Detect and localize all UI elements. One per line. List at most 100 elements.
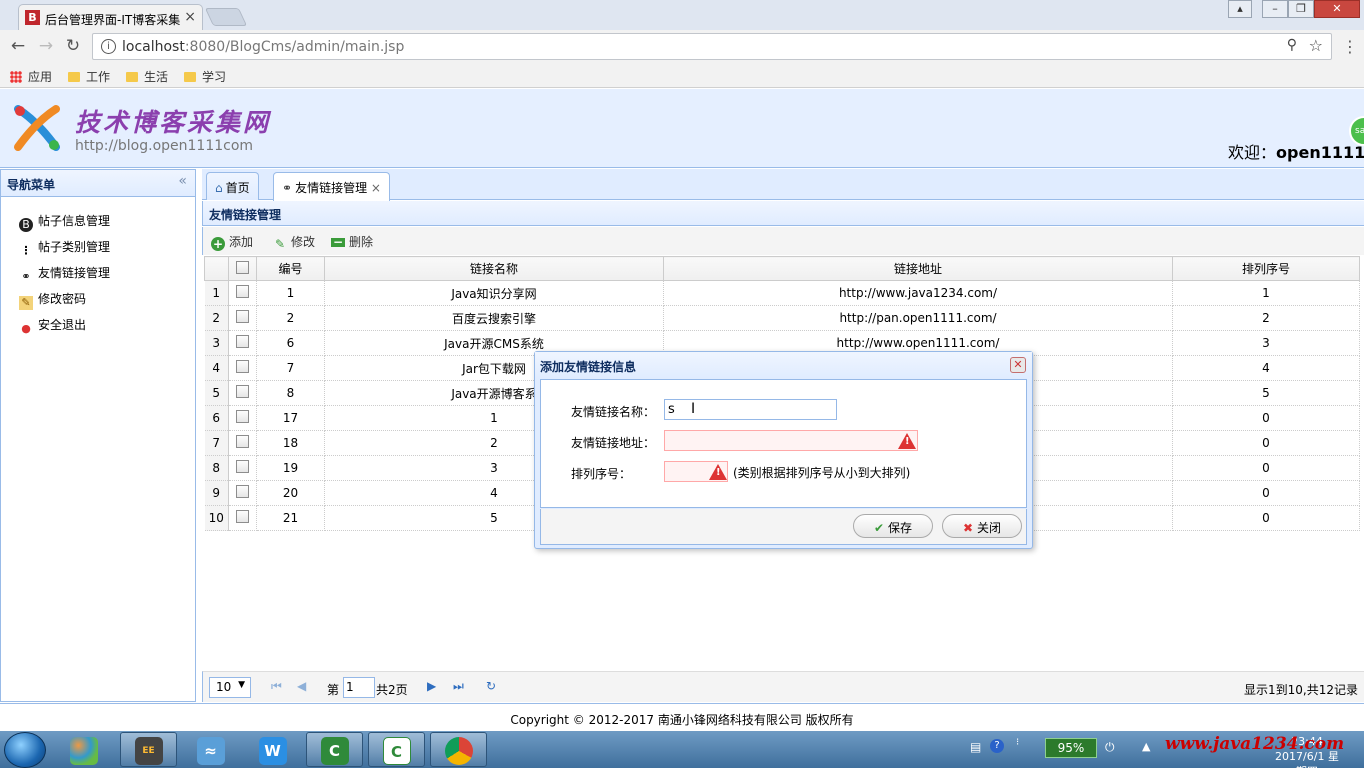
blog-icon: B (19, 218, 33, 232)
profile-icon[interactable]: ▴ (1228, 0, 1252, 18)
window-close-button[interactable]: ✕ (1314, 0, 1360, 18)
checkbox[interactable] (236, 435, 249, 448)
add-button[interactable]: + 添加 (211, 233, 253, 251)
tab-close-icon[interactable]: × (371, 181, 381, 195)
tray-expand-icon[interactable]: ⁝ (1016, 737, 1019, 748)
checkbox[interactable] (236, 285, 249, 298)
cell-id: 20 (256, 480, 325, 506)
checkbox[interactable] (236, 460, 249, 473)
cross-icon: ✖ (962, 521, 974, 535)
browser-tab[interactable]: B 后台管理界面-IT博客采集 × (18, 4, 203, 30)
tab-close-icon[interactable]: × (184, 9, 196, 25)
link-name-input[interactable]: s (664, 399, 837, 420)
check-icon: ✔ (873, 521, 885, 535)
next-page-icon[interactable]: ▶ (427, 679, 436, 693)
cell-order: 5 (1172, 380, 1360, 406)
row-checkbox[interactable] (228, 355, 257, 381)
keyboard-icon[interactable]: ▤ (970, 740, 981, 754)
taskbar-app-3[interactable]: ≈ (182, 732, 239, 767)
checkbox[interactable] (236, 360, 249, 373)
bookmark-study[interactable]: 学习 (184, 68, 226, 85)
edit-button[interactable]: ✎ 修改 (273, 233, 315, 251)
minimize-button[interactable]: – (1262, 0, 1288, 18)
camtasia-recorder-icon: C (382, 737, 411, 765)
taskbar-app-6[interactable]: C (368, 732, 425, 767)
cell-order: 0 (1172, 480, 1360, 506)
row-checkbox[interactable] (228, 380, 257, 406)
page-size-select[interactable]: 10 ▼ (209, 677, 251, 698)
row-checkbox[interactable] (228, 280, 257, 306)
taskbar-chrome[interactable] (430, 732, 487, 767)
taskbar-app-2[interactable]: EE (120, 732, 177, 767)
last-page-icon[interactable]: ⏭ (453, 679, 464, 694)
link-url-input[interactable] (664, 430, 918, 451)
page-prefix: 第 (327, 683, 340, 697)
taskbar-app-5[interactable]: C (306, 732, 363, 767)
cell-order: 1 (1172, 280, 1360, 306)
back-icon[interactable]: ← (8, 36, 28, 56)
refresh-icon[interactable]: ↻ (486, 679, 496, 693)
nav-item-logout[interactable]: ● 安全退出 (19, 316, 86, 338)
close-icon[interactable]: ✕ (1010, 357, 1026, 373)
bookmark-life[interactable]: 生活 (126, 68, 168, 85)
pin-icon[interactable]: ⚲ (1287, 37, 1297, 53)
row-checkbox[interactable] (228, 455, 257, 481)
nav-panel-header: 导航菜单 « (1, 170, 195, 197)
address-bar[interactable]: i localhost:8080/BlogCms/admin/main.jsp … (92, 33, 1332, 60)
column-header[interactable]: 排列序号 (1172, 256, 1360, 281)
row-checkbox[interactable] (228, 305, 257, 331)
maximize-button[interactable]: ❐ (1288, 0, 1314, 18)
first-page-icon[interactable]: ⏮ (271, 679, 282, 694)
row-checkbox[interactable] (228, 330, 257, 356)
collapse-icon[interactable]: « (178, 173, 187, 189)
checkbox[interactable] (236, 485, 249, 498)
checkbox[interactable] (236, 335, 249, 348)
tab-links[interactable]: ⚭ 友情链接管理 × (273, 172, 390, 201)
link-icon: ⚭ (282, 181, 293, 195)
prev-page-icon[interactable]: ◀ (297, 679, 306, 693)
close-button[interactable]: ✖ 关闭 (942, 514, 1022, 538)
nav-item-password[interactable]: ✎ 修改密码 (19, 290, 86, 312)
start-button[interactable] (4, 732, 46, 768)
info-icon[interactable]: i (101, 39, 116, 54)
battery-indicator[interactable]: 95% (1045, 738, 1097, 758)
row-checkbox[interactable] (228, 405, 257, 431)
checkbox[interactable] (236, 310, 249, 323)
column-header[interactable]: 链接地址 (663, 256, 1173, 281)
browser-menu-icon[interactable]: ⋮ (1342, 37, 1358, 56)
bookmark-star-icon[interactable]: ☆ (1309, 36, 1323, 55)
nav-item-posts[interactable]: B 帖子信息管理 (19, 212, 110, 234)
grid-toolbar: + 添加 ✎ 修改 − 删除 (202, 227, 1364, 255)
checkbox[interactable] (236, 410, 249, 423)
taskbar-app-1[interactable] (55, 732, 112, 767)
tray-arrow-icon[interactable]: ▲ (1142, 740, 1150, 753)
select-all-checkbox[interactable] (228, 256, 257, 281)
cell-id: 7 (256, 355, 325, 381)
power-plug-icon[interactable]: ⏻ (1105, 740, 1115, 755)
row-checkbox[interactable] (228, 430, 257, 456)
table-row[interactable]: 2 2 百度云搜索引擎 http://pan.open1111.com/2 (204, 305, 1360, 331)
bookmark-work[interactable]: 工作 (68, 68, 110, 85)
reload-icon[interactable]: ↻ (63, 36, 83, 56)
bookmark-apps[interactable]: 应用 (10, 68, 52, 85)
forward-icon[interactable]: → (36, 36, 56, 56)
delete-button[interactable]: − 删除 (331, 233, 373, 250)
nav-item-links[interactable]: ⚭ 友情链接管理 (19, 264, 110, 286)
checkbox[interactable] (236, 510, 249, 523)
row-checkbox[interactable] (228, 480, 257, 506)
help-icon[interactable]: ? (990, 739, 1004, 753)
save-button[interactable]: ✔ 保存 (853, 514, 933, 538)
checkbox[interactable] (236, 385, 249, 398)
link-url-label: 友情链接地址： (571, 436, 656, 450)
nav-item-categories[interactable]: ⋮ 帖子类别管理 (19, 238, 111, 260)
tree-icon: ⋮ (20, 244, 32, 257)
table-row[interactable]: 1 1 Java知识分享网 http://www.java1234.com/1 (204, 280, 1360, 306)
taskbar-app-4[interactable]: W (244, 732, 301, 767)
page-number-input[interactable]: 1 (343, 677, 375, 698)
column-header[interactable]: 链接名称 (324, 256, 664, 281)
tab-home[interactable]: ⌂ 首页 (206, 172, 259, 200)
app-header: 技术博客采集网 http://blog.open1111com 欢迎：open1… (0, 89, 1364, 168)
row-checkbox[interactable] (228, 505, 257, 531)
new-tab-button[interactable] (204, 8, 248, 26)
column-header[interactable]: 编号 (256, 256, 325, 281)
